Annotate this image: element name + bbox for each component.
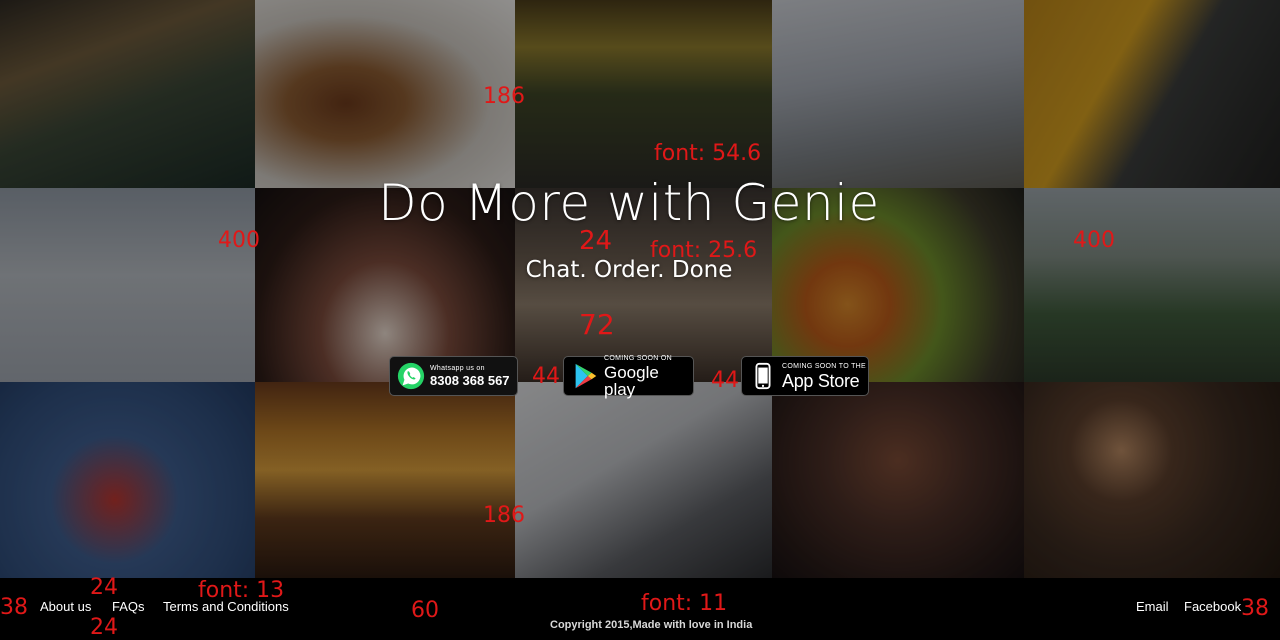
tile-laptop-tablet <box>515 382 772 578</box>
annotation-font-11: font: 11 <box>641 591 728 616</box>
annotation-38-right: 38 <box>1241 596 1269 621</box>
hero-subtitle: Chat. Order. Done <box>525 257 733 283</box>
tile-city-night <box>772 382 1024 578</box>
annotation-44-left: 44 <box>532 364 560 389</box>
copyright-text: Copyright 2015,Made with love in India <box>550 619 753 631</box>
whatsapp-icon <box>397 362 425 390</box>
tile-bookshelf <box>255 382 515 578</box>
app-store-caption: COMING SOON TO THE <box>782 362 866 370</box>
annotation-font-25: font: 25.6 <box>650 238 758 263</box>
apple-icon <box>755 362 771 390</box>
annotation-60: 60 <box>411 598 439 623</box>
whatsapp-badge[interactable]: Whatsapp us on 8308 368 567 <box>389 356 518 396</box>
google-play-badge[interactable]: COMING SOON ON Google play <box>563 354 694 399</box>
annotation-44-right: 44 <box>711 368 739 393</box>
footer-link-email[interactable]: Email <box>1136 599 1169 614</box>
footer: About us FAQs Terms and Conditions Email… <box>0 578 1280 640</box>
tile-pastries <box>255 0 515 188</box>
whatsapp-caption: Whatsapp us on <box>430 365 485 372</box>
app-store-label: App Store <box>782 370 860 391</box>
annotation-186-bottom: 186 <box>483 503 525 528</box>
annotation-24-footer-top: 24 <box>90 575 118 600</box>
hero-title: Do More with Genie <box>378 174 880 232</box>
annotation-24-hero: 24 <box>579 226 613 256</box>
annotation-38-left: 38 <box>0 595 28 620</box>
whatsapp-number: 8308 368 567 <box>430 373 510 388</box>
footer-link-about-us[interactable]: About us <box>40 599 91 614</box>
annotation-400-left: 400 <box>218 228 260 253</box>
annotation-font-13: font: 13 <box>198 578 285 603</box>
google-play-label: Google play <box>604 362 659 399</box>
footer-link-facebook[interactable]: Facebook <box>1184 599 1241 614</box>
annotation-24-footer-bottom: 24 <box>90 615 118 640</box>
annotation-72: 72 <box>579 308 615 341</box>
google-play-caption: COMING SOON ON <box>604 354 672 362</box>
app-store-badge[interactable]: COMING SOON TO THE App Store <box>741 356 869 396</box>
background-photo-grid <box>0 0 1280 578</box>
tile-clothes-rack <box>0 0 255 188</box>
annotation-186-top: 186 <box>483 84 525 109</box>
annotation-400-right: 400 <box>1073 228 1115 253</box>
tile-coffee <box>1024 382 1280 578</box>
google-play-icon <box>575 363 597 389</box>
footer-link-faqs[interactable]: FAQs <box>112 599 145 614</box>
tile-movie-tickets <box>0 382 255 578</box>
tile-bill-payment <box>772 0 1024 188</box>
tile-phone-call <box>1024 0 1280 188</box>
annotation-font-54: font: 54.6 <box>654 141 762 166</box>
